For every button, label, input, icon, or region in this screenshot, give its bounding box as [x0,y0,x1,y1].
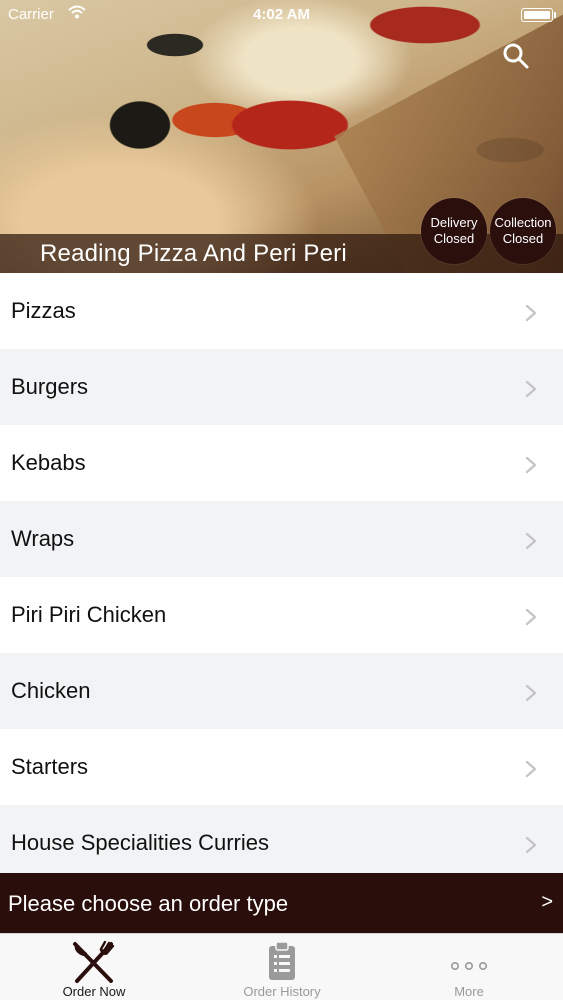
status-bar: Carrier 4:02 AM [0,0,563,30]
order-type-bar[interactable]: Please choose an order type > [0,873,563,933]
order-type-prompt: Please choose an order type [8,891,289,916]
search-button[interactable] [500,40,532,72]
category-label: Wraps [11,526,75,551]
status-time: 4:02 AM [253,6,310,23]
chevron-right-icon [525,836,537,854]
more-dots-icon [450,961,487,970]
tab-order-history[interactable]: Order History [188,934,376,1000]
fork-knife-icon [73,940,115,983]
category-row-starters[interactable]: Starters [0,729,563,805]
battery-icon [521,8,556,22]
chevron-right-icon [525,456,537,474]
chevron-right-icon [525,380,537,398]
category-list: Pizzas Burgers Kebabs Wraps Piri Piri Ch… [0,273,563,881]
category-row-burgers[interactable]: Burgers [0,349,563,425]
category-row-wraps[interactable]: Wraps [0,501,563,577]
tab-bar: Order Now Order History More [0,933,563,1000]
tab-label: Order Now [62,984,126,999]
chevron-right-icon [525,532,537,550]
category-label: Starters [11,754,89,779]
chevron-right-icon [525,304,537,322]
search-icon [503,43,529,69]
category-label: Pizzas [11,298,76,323]
delivery-badge-line1: Delivery [430,215,478,230]
category-row-kebabs[interactable]: Kebabs [0,425,563,501]
category-row-piri-piri-chicken[interactable]: Piri Piri Chicken [0,577,563,653]
tab-order-now[interactable]: Order Now [0,934,188,1000]
clipboard-icon [269,941,295,980]
category-label: Kebabs [11,450,86,475]
hero-banner: Carrier 4:02 AM Reading Pizza And Peri P… [0,0,563,273]
category-row-chicken[interactable]: Chicken [0,653,563,729]
order-type-arrow-icon: > [541,891,553,913]
category-label: Piri Piri Chicken [11,602,167,627]
category-label: House Specialities Curries [11,830,269,855]
category-label: Burgers [11,374,89,399]
category-row-pizzas[interactable]: Pizzas [0,273,563,349]
restaurant-name: Reading Pizza And Peri Peri [40,240,347,267]
collection-status-badge: Collection Closed [490,198,556,264]
tab-label: More [454,984,484,999]
tab-more[interactable]: More [375,934,563,1000]
collection-badge-line1: Collection [494,215,552,230]
delivery-badge-line2: Closed [433,231,475,246]
category-label: Chicken [11,678,91,703]
chevron-right-icon [525,608,537,626]
chevron-right-icon [525,684,537,702]
chevron-right-icon [525,760,537,778]
tab-label: Order History [243,984,321,999]
category-row-house-specialities-curries[interactable]: House Specialities Curries [0,805,563,881]
collection-badge-line2: Closed [502,231,544,246]
delivery-status-badge: Delivery Closed [421,198,487,264]
